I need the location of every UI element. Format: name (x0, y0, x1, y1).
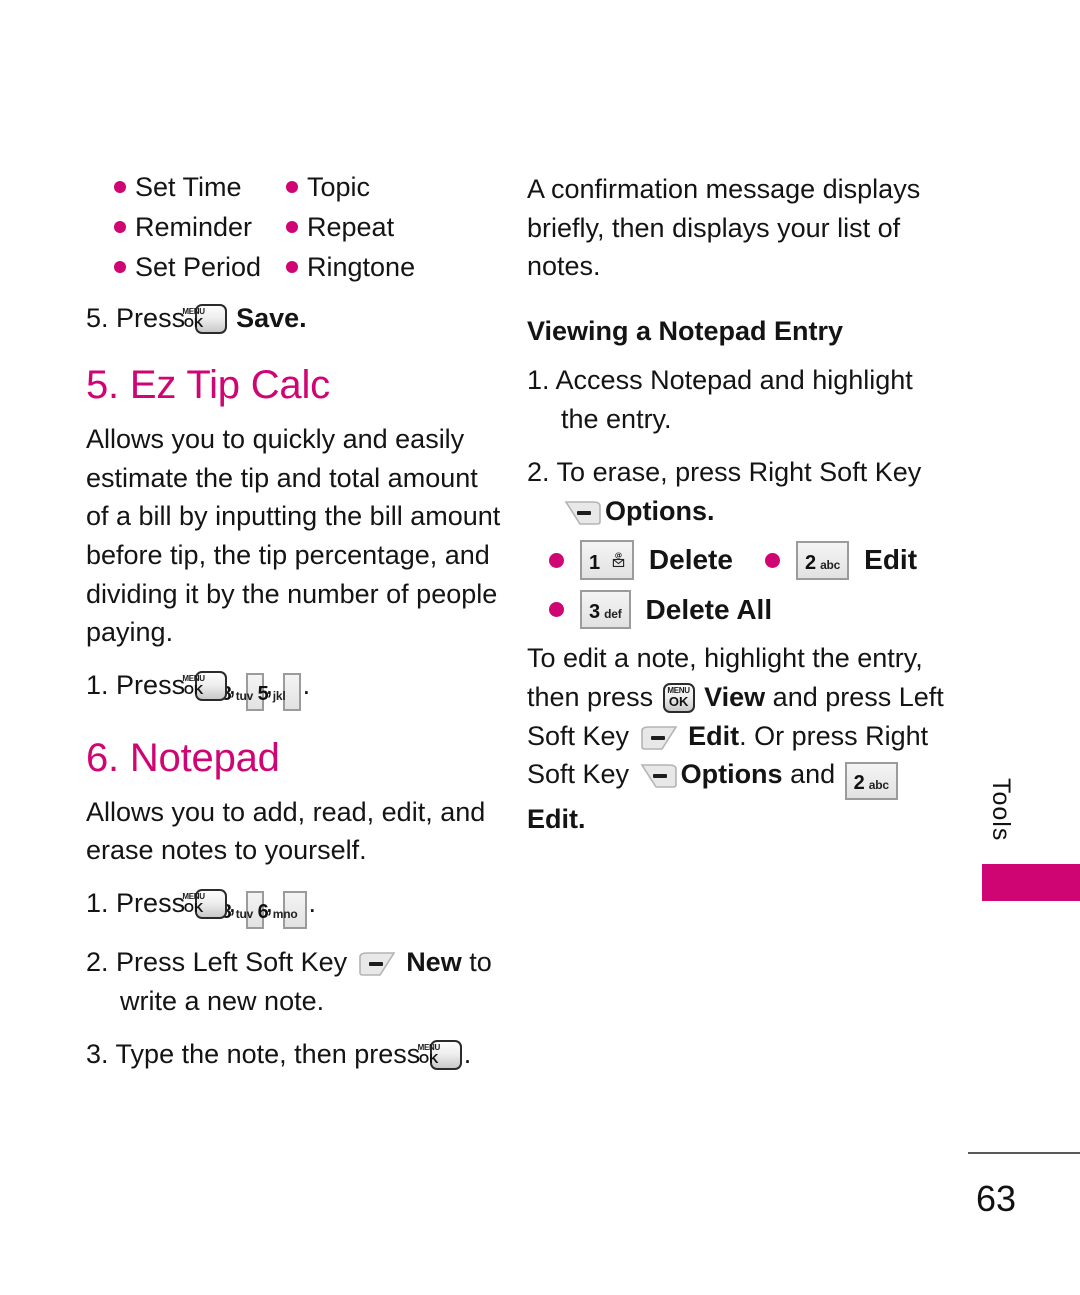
bullet-dot-icon (764, 552, 780, 568)
step-number: 1. (86, 888, 109, 919)
side-tab-bar (982, 864, 1080, 901)
step-bold-label: Save. (236, 303, 307, 334)
period: . (463, 1038, 472, 1069)
step-notepad-press: 1. Press MENUOK, 8tuv, 6mno. (86, 884, 506, 930)
number-key-1-icon: 1 @ (580, 540, 634, 581)
sub-heading-viewing-notepad-entry: Viewing a Notepad Entry (527, 315, 844, 346)
bullet-dot-icon (549, 602, 564, 618)
feature-label: Ringtone (307, 252, 416, 283)
edit-note-paragraph: To edit a note, highlight the entry, the… (527, 639, 957, 838)
number-key-3-icon: 3 def (580, 590, 631, 630)
feature-label: Set Period (135, 252, 262, 283)
step-notepad-new: 2. Press Left Soft Key New to write a ne… (86, 943, 506, 1021)
feature-item: Reminder (114, 210, 286, 245)
option-label: Delete All (645, 593, 773, 625)
svg-text:@: @ (615, 551, 622, 560)
menu-ok-key-icon: MENU OK (418, 1039, 462, 1070)
step-text: Press (116, 303, 186, 334)
step-text: To erase, press Right Soft Key (556, 456, 922, 487)
edit-note-bold-view: View (704, 681, 766, 712)
step-text: Press Left Soft Key (116, 947, 348, 978)
section-body-ez-tip-calc: Allows you to quickly and easily estimat… (86, 424, 501, 648)
edit-note-text-5: and (790, 759, 836, 790)
menu-ok-key-icon: MENU OK (182, 889, 227, 920)
option-edit: 2 abc Edit (764, 540, 918, 580)
bullet-dot-icon (114, 180, 126, 193)
feature-label: Reminder (135, 212, 253, 243)
edit-note-text-1: To edit a note, highlight the (527, 643, 850, 674)
step-bold-label: Options. (605, 495, 715, 526)
number-key-2-icon: 2 abc (844, 762, 898, 801)
number-key-2-icon: 2 abc (795, 540, 850, 580)
left-soft-key-icon (358, 951, 396, 977)
feature-item: Ringtone (286, 250, 506, 285)
feature-label: Repeat (307, 212, 395, 243)
step-bold-label: New (406, 947, 462, 978)
step-text: Access Notepad and highlight the entry. (555, 364, 913, 434)
option-label: Edit (864, 544, 918, 576)
section-heading-notepad: 6. Notepad (86, 735, 280, 780)
menu-ok-key-icon: MENU OK (182, 670, 227, 701)
feature-item: Set Period (114, 250, 286, 285)
menu-ok-key-icon: MENU OK (662, 682, 695, 713)
edit-note-bold-edit-2: Edit. (527, 804, 586, 835)
bullet-dot-icon (114, 260, 126, 273)
step-text: Type the note, then press (115, 1038, 421, 1069)
options-list: 1 @ Delete 2 abc Edit 3 def Delete All (549, 540, 957, 630)
feature-list: Set Time Topic Reminder Repeat Set Perio… (114, 170, 506, 285)
option-label: Delete (648, 544, 733, 576)
right-column: A confirmation message displays briefly,… (527, 170, 957, 847)
section-heading-ez-tip-calc: 5. Ez Tip Calc (86, 363, 330, 408)
bullet-dot-icon (286, 220, 298, 233)
step-access-notepad: 1. Access Notepad and highlight the entr… (527, 361, 957, 439)
menu-ok-key-icon: MENU OK (182, 304, 227, 335)
bullet-dot-icon (549, 552, 564, 568)
intro-paragraph: A confirmation message displays briefly,… (527, 174, 921, 282)
step-text: Press (116, 669, 186, 700)
footer-divider (968, 1152, 1080, 1154)
step-number: 2. (527, 456, 550, 487)
step-number: 1. (86, 669, 109, 700)
step-number: 1. (527, 364, 550, 395)
manual-page: Set Time Topic Reminder Repeat Set Perio… (0, 0, 1080, 1295)
step-save: 5. Press MENU OK Save. (86, 299, 506, 338)
option-delete: 1 @ Delete (549, 540, 733, 581)
feature-item: Set Time (114, 170, 286, 205)
bullet-dot-icon (286, 180, 298, 193)
bullet-dot-icon (114, 220, 126, 233)
left-soft-key-icon (640, 725, 678, 751)
feature-item: Repeat (286, 210, 506, 245)
page-number: 63 (975, 1178, 1017, 1219)
option-delete-all: 3 def Delete All (549, 590, 773, 630)
section-body-notepad: Allows you to add, read, edit, and erase… (86, 796, 486, 866)
step-ez-tip-press: 1. Press MENUOK, 8tuv, 5jkl. (86, 666, 506, 711)
right-soft-key-icon (640, 763, 678, 789)
feature-item: Topic (286, 170, 506, 205)
edit-note-bold-options: Options (680, 759, 783, 790)
number-key-6-icon: 6 mno (258, 891, 307, 930)
bullet-dot-icon (286, 260, 298, 273)
feature-label: Set Time (135, 172, 242, 202)
number-key-5-icon: 5 jkl (258, 672, 301, 711)
right-soft-key-icon (564, 500, 602, 526)
step-number: 2. (86, 947, 109, 978)
options-row: 1 @ Delete 2 abc Edit (549, 540, 957, 581)
step-text: Press (116, 888, 186, 919)
left-column: Set Time Topic Reminder Repeat Set Perio… (86, 170, 506, 1074)
period: . (308, 888, 317, 919)
options-row: 3 def Delete All (549, 590, 957, 630)
step-number: 5. (86, 303, 109, 334)
step-number: 3. (86, 1038, 109, 1069)
step-notepad-type: 3. Type the note, then press MENU OK. (86, 1035, 506, 1074)
step-erase-options: 2. To erase, press Right Soft Key Option… (527, 453, 957, 531)
envelope-at-icon: @ (612, 545, 625, 573)
edit-note-bold-edit: Edit (688, 720, 740, 751)
feature-label: Topic (307, 172, 371, 202)
side-tab-label-tools: Tools (987, 778, 1015, 842)
period: . (302, 669, 311, 700)
